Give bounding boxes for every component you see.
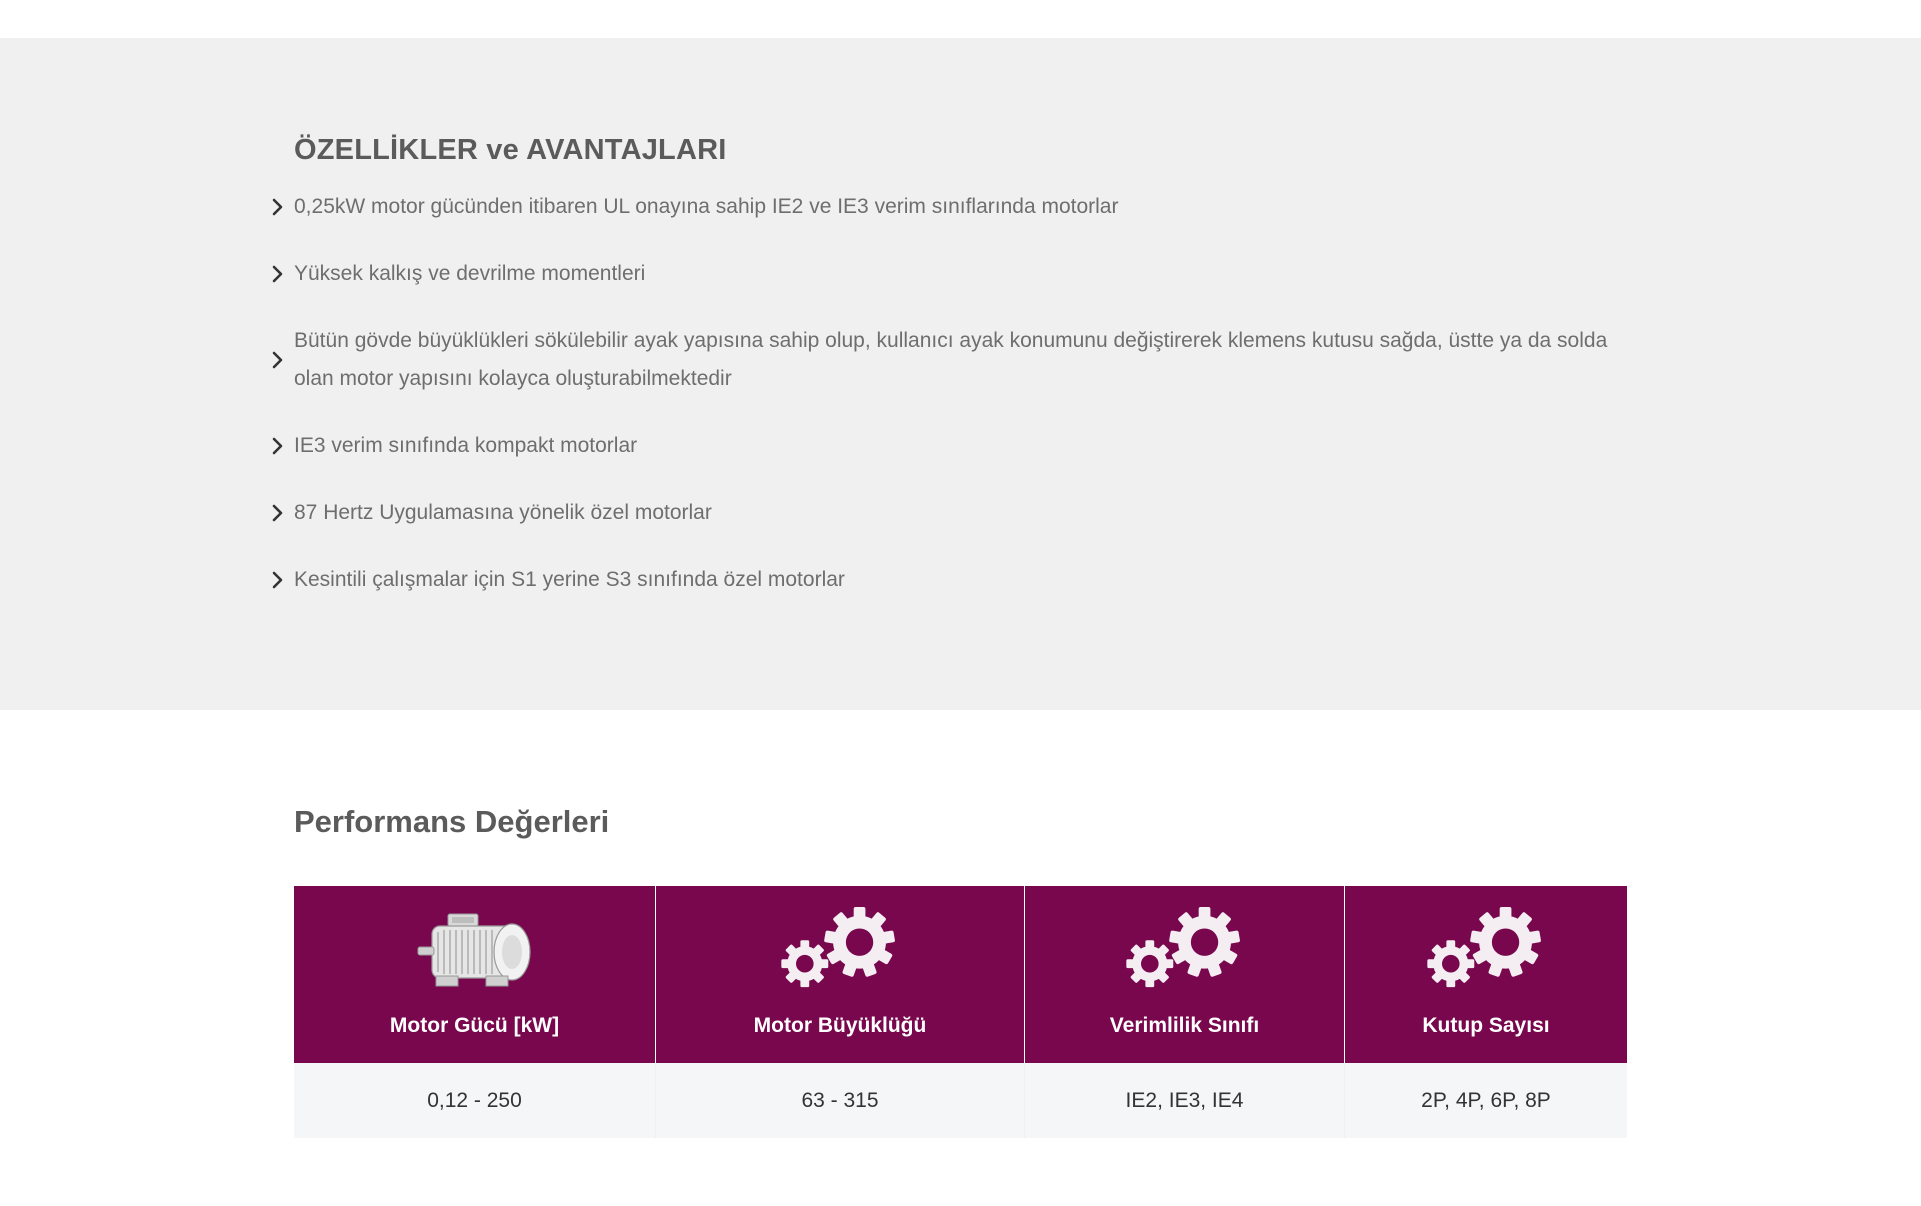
chevron-right-icon — [272, 265, 294, 283]
feature-text: IE3 verim sınıfında kompakt motorlar — [294, 434, 638, 457]
performance-table: Motor Gücü [kW] Motor Büyüklüğü Verimlil… — [294, 886, 1627, 1138]
feature-item: Yüksek kalkış ve devrilme momentleri — [272, 255, 1632, 293]
feature-text: 87 Hertz Uygulamasına yönelik özel motor… — [294, 501, 712, 524]
performance-value-row: 0,12 - 250 63 - 315 IE2, IE3, IE4 2P, 4P… — [294, 1063, 1627, 1138]
feature-item: 87 Hertz Uygulamasına yönelik özel motor… — [272, 494, 1632, 532]
features-title: ÖZELLİKLER ve AVANTAJLARI — [294, 134, 727, 166]
header-label: Motor Büyüklüğü — [753, 1014, 927, 1037]
feature-item: Kesintili çalışmalar için S1 yerine S3 s… — [272, 561, 1632, 599]
value-motor-size: 63 - 315 — [801, 1089, 879, 1112]
feature-text: Bütün gövde büyüklükleri sökülebilir aya… — [294, 329, 1608, 390]
chevron-right-icon — [272, 351, 294, 369]
features-section: ÖZELLİKLER ve AVANTAJLARI 0,25kW motor g… — [0, 38, 1921, 710]
feature-item: IE3 verim sınıfında kompakt motorlar — [272, 427, 1632, 465]
value-motor-power: 0,12 - 250 — [427, 1089, 522, 1112]
feature-list: 0,25kW motor gücünden itibaren UL onayın… — [272, 188, 1632, 628]
header-cell-motor-power: Motor Gücü [kW] — [294, 886, 655, 1063]
feature-text: Yüksek kalkış ve devrilme momentleri — [294, 262, 646, 285]
header-label: Kutup Sayısı — [1422, 1014, 1550, 1037]
performance-header-row: Motor Gücü [kW] Motor Büyüklüğü Verimlil… — [294, 886, 1627, 1063]
electric-motor-icon — [416, 906, 534, 996]
chevron-right-icon — [272, 437, 294, 455]
header-cell-pole-count: Kutup Sayısı — [1344, 886, 1627, 1063]
value-pole-count: 2P, 4P, 6P, 8P — [1421, 1089, 1551, 1112]
feature-text: 0,25kW motor gücünden itibaren UL onayın… — [294, 195, 1119, 218]
feature-item: 0,25kW motor gücünden itibaren UL onayın… — [272, 188, 1632, 226]
performance-title: Performans Değerleri — [294, 804, 610, 839]
gears-icon — [1126, 906, 1244, 996]
chevron-right-icon — [272, 571, 294, 589]
gears-icon — [781, 906, 899, 996]
header-label: Motor Gücü [kW] — [389, 1014, 560, 1037]
feature-item: Bütün gövde büyüklükleri sökülebilir aya… — [272, 322, 1632, 398]
chevron-right-icon — [272, 504, 294, 522]
feature-text: Kesintili çalışmalar için S1 yerine S3 s… — [294, 568, 845, 591]
header-label: Verimlilik Sınıfı — [1109, 1014, 1260, 1037]
header-cell-motor-size: Motor Büyüklüğü — [655, 886, 1024, 1063]
chevron-right-icon — [272, 198, 294, 216]
value-cell: 2P, 4P, 6P, 8P — [1344, 1063, 1627, 1138]
value-efficiency-class: IE2, IE3, IE4 — [1125, 1089, 1244, 1112]
header-cell-efficiency-class: Verimlilik Sınıfı — [1024, 886, 1344, 1063]
value-cell: 63 - 315 — [655, 1063, 1024, 1138]
value-cell: IE2, IE3, IE4 — [1024, 1063, 1344, 1138]
value-cell: 0,12 - 250 — [294, 1063, 655, 1138]
gears-icon — [1427, 906, 1545, 996]
